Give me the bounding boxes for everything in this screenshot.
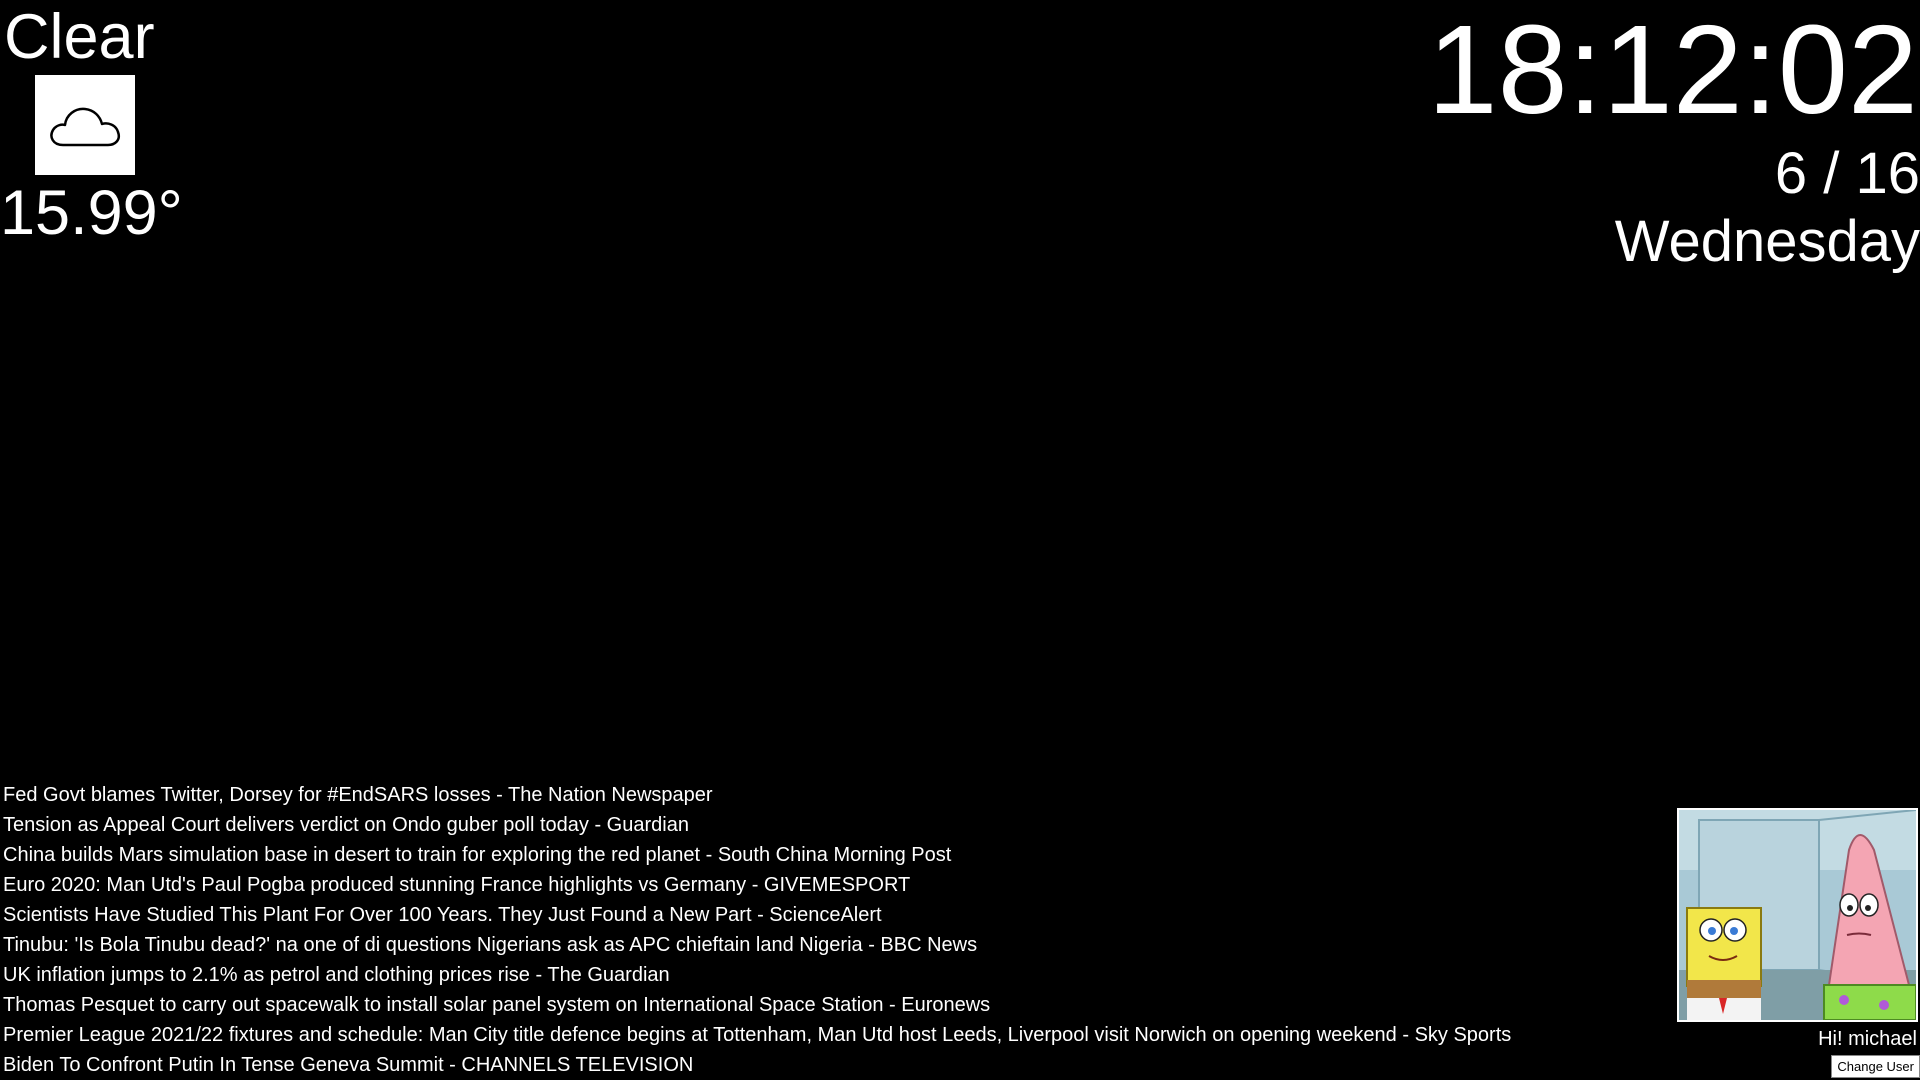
weather-temperature: 15.99° — [0, 178, 183, 248]
user-camera-image — [1677, 808, 1918, 1022]
clock-widget: 18:12:02 6 / 16 Wednesday — [1428, 0, 1920, 276]
news-item: Thomas Pesquet to carry out spacewalk to… — [3, 994, 991, 1016]
news-item: Tension as Appeal Court delivers verdict… — [3, 814, 689, 836]
news-item: China builds Mars simulation base in des… — [3, 844, 952, 866]
change-user-button[interactable]: Change User — [1831, 1055, 1920, 1078]
news-item: Premier League 2021/22 fixtures and sche… — [3, 1024, 1512, 1046]
news-item: Fed Govt blames Twitter, Dorsey for #End… — [3, 784, 713, 806]
clock-time: 18:12:02 — [1427, 0, 1918, 140]
news-item: Scientists Have Studied This Plant For O… — [3, 904, 882, 926]
news-item: UK inflation jumps to 2.1% as petrol and… — [3, 964, 670, 986]
smart-mirror-screen: Clear 15.99° 18:12:02 6 / 16 Wednesday F… — [0, 0, 1920, 1080]
user-greeting: Hi! michael — [1818, 1028, 1917, 1050]
weather-condition: Clear — [4, 2, 155, 72]
clock-date: 6 / 16 — [1774, 141, 1920, 206]
news-item: Tinubu: 'Is Bola Tinubu dead?' na one of… — [3, 934, 978, 956]
weather-widget: Clear — [4, 0, 155, 74]
news-item: Euro 2020: Man Utd's Paul Pogba produced… — [3, 874, 911, 896]
cloud-icon — [35, 75, 135, 175]
clock-day: Wednesday — [1614, 209, 1920, 274]
news-item: Biden To Confront Putin In Tense Geneva … — [3, 1054, 694, 1076]
news-list: Fed Govt blames Twitter, Dorsey for #End… — [3, 780, 1511, 1080]
